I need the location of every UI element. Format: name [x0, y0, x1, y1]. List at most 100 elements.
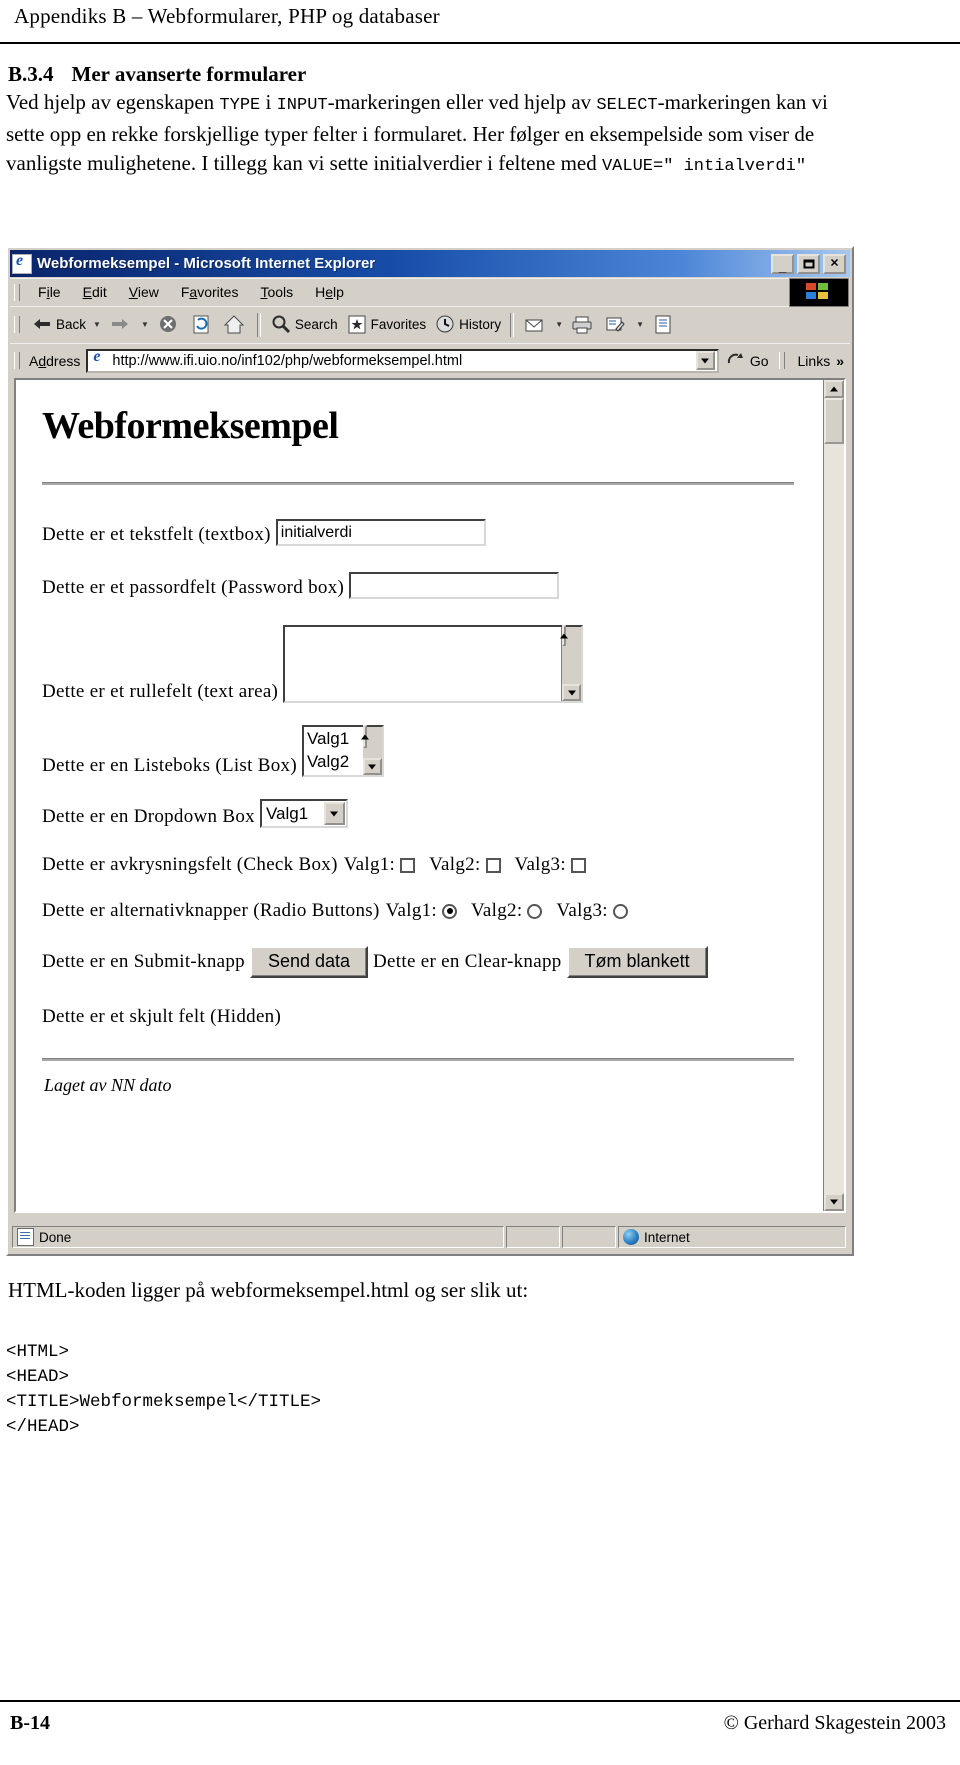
listbox-label: Dette er en Listeboks (List Box) — [42, 755, 297, 776]
clear-label: Dette er en Clear-knapp — [373, 951, 562, 972]
close-button[interactable]: ✕ — [823, 253, 846, 274]
menu-item-file[interactable]: File — [27, 284, 72, 300]
edit-dropdown-icon[interactable]: ▼ — [636, 320, 644, 329]
address-grip[interactable] — [14, 352, 20, 369]
textarea-input[interactable] — [283, 625, 584, 703]
listbox-option[interactable]: Valg1 — [304, 729, 349, 748]
search-icon — [270, 314, 292, 335]
listbox-input[interactable]: Valg1 Valg2 — [301, 725, 384, 777]
menu-grip[interactable] — [14, 283, 20, 301]
checkbox-label: Dette er avkrysningsfelt (Check Box) — [42, 854, 338, 875]
textarea-scroll-down-button[interactable] — [562, 684, 582, 701]
page-scroll-thumb[interactable] — [824, 398, 844, 444]
checkbox-item-2-label: Valg2: — [429, 854, 481, 875]
code-select: SELECT — [596, 96, 658, 115]
discuss-button[interactable] — [648, 310, 681, 340]
dropdown-toggle-button[interactable] — [323, 802, 345, 825]
listbox-scroll-down-button[interactable] — [362, 758, 382, 775]
menu-item-favorites[interactable]: Favorites — [170, 284, 250, 300]
radio-valg3[interactable] — [612, 903, 628, 919]
maximize-icon — [803, 259, 814, 268]
checkbox-valg3[interactable] — [570, 857, 586, 873]
menu-item-edit[interactable]: Edit — [72, 284, 118, 300]
listbox-scrollbar[interactable] — [360, 725, 382, 775]
windows-flag-icon — [806, 283, 830, 301]
links-label: Links — [797, 352, 831, 369]
links-grip[interactable] — [778, 352, 785, 369]
page-scroll-up-button[interactable] — [824, 380, 844, 398]
menu-item-help[interactable]: Help — [304, 284, 355, 300]
page-scroll-down-button[interactable] — [824, 1193, 844, 1211]
radio-item-2-label: Valg2: — [471, 900, 523, 921]
radio-valg2[interactable] — [527, 903, 543, 919]
print-button[interactable] — [567, 310, 600, 340]
address-input[interactable]: http://www.ifi.uio.no/inf102/php/webform… — [86, 348, 719, 373]
clear-button[interactable]: Tøm blankett — [566, 946, 708, 978]
home-button[interactable] — [219, 310, 252, 340]
favorites-button[interactable]: Favorites — [342, 310, 431, 340]
textarea-scroll-up-button[interactable] — [560, 625, 569, 646]
favorites-label: Favorites — [370, 317, 427, 332]
checkbox-valg2[interactable] — [485, 857, 501, 873]
mail-dropdown-icon[interactable]: ▼ — [555, 320, 563, 329]
stop-button[interactable] — [153, 310, 186, 340]
forward-dropdown-icon[interactable]: ▼ — [141, 320, 149, 329]
password-label: Dette er et passordfelt (Password box) — [42, 577, 345, 598]
back-dropdown-icon[interactable]: ▼ — [93, 320, 101, 329]
back-button[interactable]: Back — [27, 310, 90, 340]
history-label: History — [459, 317, 502, 332]
minimize-button[interactable]: _ — [771, 253, 794, 274]
back-arrow-icon — [31, 314, 53, 335]
paragraph-part-2: i — [260, 90, 277, 114]
favorites-star-icon — [346, 314, 368, 335]
textarea-scrollbar[interactable] — [560, 625, 582, 701]
section-title: Mer avanserte formularer — [71, 62, 307, 86]
page-title: Webformeksempel — [42, 405, 339, 447]
browser-titlebar[interactable]: Webformeksempel - Microsoft Internet Exp… — [10, 250, 850, 277]
search-button[interactable]: Search — [266, 310, 342, 340]
mail-button[interactable] — [519, 310, 552, 340]
printer-icon — [571, 314, 593, 335]
page-vertical-scrollbar[interactable] — [823, 380, 844, 1211]
status-cell-empty-2 — [562, 1226, 616, 1248]
security-zone-label: Internet — [644, 1229, 690, 1245]
password-input[interactable] — [349, 572, 560, 599]
radio-valg1[interactable] — [442, 903, 458, 919]
maximize-button[interactable] — [797, 253, 820, 274]
checkbox-item-3-label: Valg3: — [514, 854, 566, 875]
chevron-up-icon — [560, 633, 569, 638]
internet-globe-icon — [623, 1229, 639, 1245]
chevron-down-icon — [830, 1199, 838, 1205]
submit-button[interactable]: Send data — [249, 946, 369, 978]
address-bar: Address http://www.ifi.uio.no/inf102/php… — [10, 343, 850, 377]
edit-button[interactable] — [600, 310, 633, 340]
menu-item-tools[interactable]: Tools — [249, 284, 304, 300]
checkbox-valg1[interactable] — [400, 857, 416, 873]
window-controls: _ ✕ — [771, 253, 848, 274]
address-dropdown-button[interactable] — [695, 351, 715, 370]
dropdown-value: Valg1 — [265, 803, 309, 823]
page-favicon-icon — [90, 348, 109, 369]
toolbar-grip[interactable] — [14, 316, 20, 333]
listbox-option[interactable]: Valg2 — [304, 752, 349, 771]
listbox-scroll-up-button[interactable] — [360, 725, 369, 748]
refresh-button[interactable] — [186, 310, 219, 340]
page-viewport: Webformeksempel Dette er et tekstfelt (t… — [14, 378, 846, 1213]
windows-logo-animation — [789, 278, 849, 307]
security-zone-cell[interactable]: Internet — [618, 1226, 846, 1248]
form-row-checkbox: Dette er avkrysningsfelt (Check Box) Val… — [42, 854, 826, 876]
rendered-webpage: Webformeksempel Dette er et tekstfelt (t… — [16, 380, 826, 1211]
go-button[interactable]: Go — [719, 350, 775, 371]
address-url-text: http://www.ifi.uio.no/inf102/php/webform… — [112, 352, 463, 369]
forward-button[interactable] — [105, 310, 138, 340]
history-button[interactable]: History — [430, 310, 505, 340]
links-button[interactable]: Links » — [792, 353, 850, 369]
dropdown-select[interactable]: Valg1 — [259, 799, 348, 828]
browser-toolbar: Back ▼ ▼ Search Favorites History ▼ ▼ — [10, 306, 850, 342]
textbox-input[interactable]: initialverdi — [275, 519, 486, 546]
window-title: Webformeksempel - Microsoft Internet Exp… — [37, 255, 376, 272]
form-row-hidden: Dette er et skjult felt (Hidden) — [42, 1006, 826, 1028]
menu-item-view[interactable]: View — [118, 284, 170, 300]
links-chevrons-icon: » — [836, 352, 844, 369]
page-scroll-track[interactable] — [824, 398, 844, 1193]
